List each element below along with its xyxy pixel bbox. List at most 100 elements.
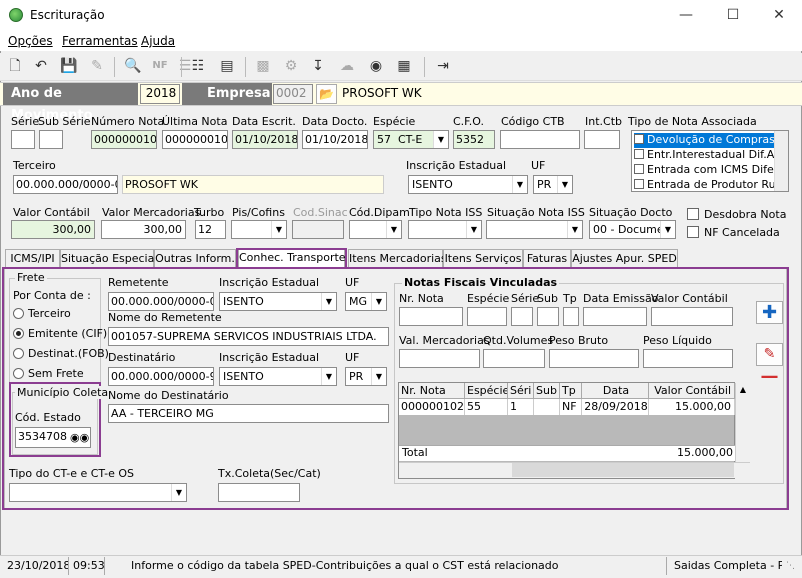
chevron-down-icon[interactable]: ▼ xyxy=(371,293,386,310)
column-header[interactable]: Nr. Nota xyxy=(399,383,465,399)
chevron-down-icon[interactable]: ▼ xyxy=(567,221,582,238)
empresa-code-field[interactable]: 0002 xyxy=(273,84,313,104)
list-item[interactable]: Entrada com ICMS Diferido xyxy=(634,163,788,178)
destinatario-ie-select[interactable]: ISENTO ▼ xyxy=(219,367,337,386)
tipo-nota-list[interactable]: Devolução de Compras cor Entr.Interestad… xyxy=(631,130,789,192)
uf-select[interactable]: PR ▼ xyxy=(533,175,573,194)
remetente-uf-select[interactable]: MG ▼ xyxy=(345,292,387,311)
list-item[interactable]: Entrada de Produtor Rural xyxy=(634,178,788,191)
tipo-cte-select[interactable]: ▼ xyxy=(9,483,187,502)
tab-icms-ipi[interactable]: ICMS/IPI xyxy=(5,249,60,269)
list-scrollbar[interactable] xyxy=(774,131,788,191)
report-icon[interactable]: ▦ xyxy=(394,56,414,76)
terceiro-name-field[interactable]: PROSOFT WK xyxy=(122,175,384,194)
especie-select[interactable]: 57 CT-E ▼ xyxy=(373,130,449,149)
intctb-field[interactable] xyxy=(584,130,620,149)
chevron-down-icon[interactable]: ▼ xyxy=(557,176,572,193)
chevron-down-icon[interactable]: ▼ xyxy=(171,484,186,501)
list-item[interactable]: Devolução de Compras cor xyxy=(634,133,788,148)
valor-contabil-field[interactable]: 300,00 xyxy=(11,220,95,239)
checkbox[interactable] xyxy=(634,149,644,159)
cfo-field[interactable]: 5352 xyxy=(453,130,495,149)
cash-icon[interactable]: ◉ xyxy=(366,56,386,76)
data-docto-field[interactable]: 01/10/2018 xyxy=(302,130,368,149)
column-header[interactable]: Valor Contábil xyxy=(649,383,735,399)
pesobruto-field[interactable] xyxy=(549,349,639,368)
checkbox[interactable] xyxy=(634,134,644,144)
table-cell[interactable]: 1 xyxy=(508,399,534,415)
valor-merc-field[interactable]: 300,00 xyxy=(101,220,186,239)
ctb-field[interactable] xyxy=(500,130,580,149)
coddipam-select[interactable]: ▼ xyxy=(349,220,402,239)
qtdvol-field[interactable] xyxy=(483,349,545,368)
valmerc-field[interactable] xyxy=(399,349,480,368)
save-icon[interactable]: 💾 xyxy=(59,56,79,76)
pesoliq-field[interactable] xyxy=(643,349,733,368)
column-header[interactable]: Séri xyxy=(508,383,534,399)
desdobra-checkbox[interactable] xyxy=(687,208,699,220)
chevron-down-icon[interactable]: ▼ xyxy=(321,293,336,310)
chevron-down-icon[interactable]: ▼ xyxy=(512,176,527,193)
numero-field[interactable]: 0000000100 xyxy=(91,130,157,149)
new-document-icon[interactable]: 🗋 xyxy=(5,56,25,76)
piscofins-select[interactable]: ▼ xyxy=(231,220,287,239)
delete-icon[interactable]: ✎ xyxy=(87,56,107,76)
minimize-button[interactable]: — xyxy=(663,0,709,31)
tab-ajustes-sped[interactable]: Ajustes Apur. SPED xyxy=(571,249,678,269)
resize-grip-icon[interactable]: ⋱ xyxy=(786,561,798,573)
binoculars-icon[interactable]: ◉◉ xyxy=(70,429,89,446)
nf-tp-field[interactable] xyxy=(563,307,579,326)
tab-outras-inform[interactable]: Outras Inform. xyxy=(154,249,236,269)
codsinac-field[interactable] xyxy=(292,220,344,239)
list-item[interactable]: Entr.Interestadual Dif.Aliq xyxy=(634,148,787,163)
menu-opcoes[interactable]: Opções xyxy=(8,34,53,48)
maximize-button[interactable]: ☐ xyxy=(710,0,756,31)
data-escrit-field[interactable]: 01/10/2018 xyxy=(232,130,298,149)
destinatario-doc-field[interactable]: 00.000.000/0000-91 xyxy=(108,367,214,386)
chevron-down-icon[interactable]: ▼ xyxy=(321,368,336,385)
checkbox[interactable] xyxy=(634,179,644,189)
nf-especie-field[interactable] xyxy=(467,307,507,326)
destinatario-nome-field[interactable]: AA - TERCEIRO MG xyxy=(108,404,389,423)
folder-icon[interactable]: ▩ xyxy=(253,56,273,76)
column-header[interactable]: Sub xyxy=(534,383,560,399)
exit-icon[interactable]: ⇥ xyxy=(433,56,453,76)
nf-valor-field[interactable] xyxy=(651,307,733,326)
add-nota-button[interactable]: ✚ xyxy=(756,301,783,324)
grid-hscroll-thumb[interactable] xyxy=(512,463,734,477)
column-header[interactable]: Data xyxy=(582,383,649,399)
table-cell[interactable]: 15.000,00 xyxy=(649,399,735,415)
edit-nota-button[interactable]: ✎ xyxy=(756,343,783,366)
ano-field[interactable]: 2018 xyxy=(140,84,180,104)
nfe-icon[interactable]: NF xyxy=(150,56,170,76)
table-cell[interactable]: 0000001023 xyxy=(399,399,465,415)
column-header[interactable]: Espécie xyxy=(465,383,508,399)
undo-icon[interactable]: ↶ xyxy=(31,56,51,76)
print-preview-icon[interactable]: 🔍 xyxy=(123,56,143,76)
table-cell[interactable]: NF xyxy=(560,399,582,415)
cloud-icon[interactable]: ☁ xyxy=(337,56,357,76)
radio-destinatario[interactable] xyxy=(13,348,24,359)
chevron-down-icon[interactable]: ▼ xyxy=(660,221,675,238)
checkbox[interactable] xyxy=(634,164,644,174)
situacaoiss-select[interactable]: ▼ xyxy=(486,220,583,239)
chevron-down-icon[interactable]: ▼ xyxy=(386,221,401,238)
tab-situacao-especial[interactable]: Situação Especial xyxy=(60,249,157,269)
turbo-field[interactable]: 12 xyxy=(195,220,226,239)
radio-terceiro[interactable] xyxy=(13,308,24,319)
menu-ferramentas[interactable]: Ferramentas xyxy=(62,34,138,48)
nf-emissao-field[interactable] xyxy=(583,307,647,326)
txcoleta-field[interactable] xyxy=(218,483,300,502)
radio-sem-frete[interactable] xyxy=(13,368,24,379)
terceiro-doc-field[interactable]: 00.000.000/0000-00 xyxy=(13,175,118,194)
menu-ajuda[interactable]: Ajuda xyxy=(141,34,175,48)
table-cell[interactable]: 55 xyxy=(465,399,508,415)
subserie-field[interactable] xyxy=(39,130,63,149)
chevron-down-icon[interactable]: ▼ xyxy=(371,368,386,385)
chevron-down-icon[interactable]: ▼ xyxy=(466,221,481,238)
nf-sub-field[interactable] xyxy=(537,307,559,326)
ie-select[interactable]: ISENTO ▼ xyxy=(408,175,528,194)
tiponotaiss-select[interactable]: ▼ xyxy=(408,220,482,239)
tab-faturas[interactable]: Faturas xyxy=(523,249,571,269)
download-icon[interactable]: ↧ xyxy=(308,56,328,76)
